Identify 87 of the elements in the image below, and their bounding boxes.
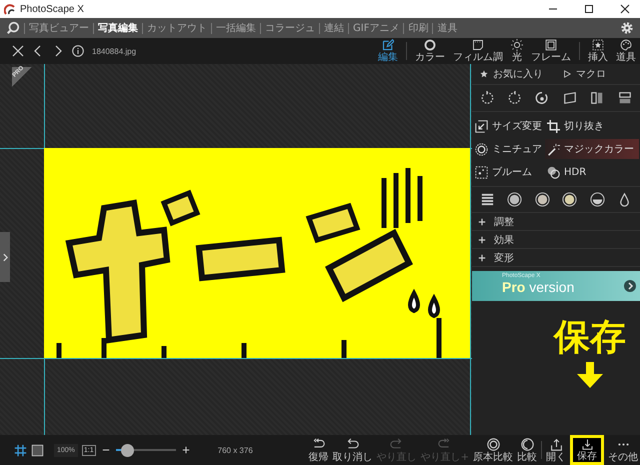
filter-preset-icon[interactable] (507, 192, 522, 207)
menu-tab[interactable]: GIFアニメ (349, 21, 404, 35)
half-circle-icon[interactable] (590, 192, 605, 207)
concentric-circle-icon (486, 438, 500, 450)
app-logo-icon (4, 3, 16, 15)
macro-tab[interactable]: マクロ (563, 67, 606, 81)
tool-tab[interactable]: 編集 (378, 39, 398, 63)
flip-horizontal-icon[interactable] (590, 91, 604, 105)
sun-icon (511, 39, 523, 51)
download-icon (580, 438, 594, 450)
flip-vertical-icon[interactable] (618, 91, 632, 105)
action-button[interactable]: 比較 (517, 436, 537, 464)
image-dimensions: 760 x 376 (218, 446, 253, 454)
tool-tab[interactable]: フィルム調 (453, 39, 503, 63)
window-title: PhotoScape X (20, 4, 84, 14)
double-redo-icon (438, 438, 452, 450)
rotate-free-icon[interactable] (535, 91, 550, 105)
plus-icon (478, 236, 486, 244)
tool-tab[interactable]: 道具 (616, 39, 636, 63)
menu-tab[interactable]: 写真編集 (94, 21, 142, 35)
tool-tab[interactable]: フレーム (531, 39, 571, 63)
sparkle-box-icon (475, 166, 488, 178)
tool-button[interactable]: ブルーム (473, 162, 545, 182)
filter-preset-icon[interactable] (562, 192, 578, 207)
overlap-circle-icon (547, 166, 560, 178)
side-panel-handle[interactable] (0, 232, 10, 282)
star-box-icon (592, 39, 604, 51)
tool-button[interactable]: マジックカラー (545, 139, 639, 159)
straighten-icon[interactable] (562, 91, 577, 105)
double-back-arrow-icon (312, 438, 326, 450)
frame-icon (545, 39, 557, 51)
crop-icon (547, 120, 560, 132)
zoom-in-icon[interactable] (182, 446, 190, 454)
action-button[interactable]: 保存 (570, 435, 604, 465)
action-button[interactable]: 開く (546, 436, 566, 464)
rotate-right-icon[interactable] (508, 91, 522, 105)
menu-tab[interactable]: 連結 (320, 21, 348, 35)
menu-tab[interactable]: カットアウト (143, 21, 211, 35)
tool-button[interactable]: ミニチュア (473, 139, 545, 159)
menu-tab[interactable]: 道具 (433, 21, 462, 35)
ring-icon (424, 39, 436, 51)
tool-button[interactable]: HDR (545, 162, 639, 182)
list-icon[interactable] (480, 192, 495, 207)
palette-icon (620, 39, 632, 51)
plus-icon (478, 218, 486, 226)
action-button[interactable]: 取り消し (332, 436, 373, 464)
action-button[interactable]: その他 (608, 436, 638, 464)
redo-icon (390, 438, 404, 450)
play-icon (563, 70, 571, 78)
file-name: 1840884.jpg (92, 46, 136, 56)
action-button[interactable]: 原本比較 (473, 436, 513, 464)
section-header[interactable]: 変形 (472, 249, 640, 267)
filter-preset-icon[interactable] (534, 192, 550, 207)
annotation-label: 保存 (554, 318, 626, 358)
tool-tab[interactable]: 挿入 (588, 39, 608, 63)
film-icon (472, 39, 484, 51)
section-header[interactable]: 調整 (472, 213, 640, 231)
settings-icon[interactable] (620, 21, 634, 35)
rotate-left-icon[interactable] (480, 91, 494, 105)
info-icon[interactable] (72, 45, 84, 57)
chevron-right-icon (2, 252, 8, 262)
menu-tab[interactable]: 一括編集 (212, 21, 260, 35)
undo-icon (346, 438, 360, 450)
menu-tab[interactable]: 写真ビュアー (25, 21, 93, 35)
tool-tab[interactable]: 光 (511, 39, 523, 63)
resize-icon (475, 120, 488, 132)
action-button[interactable]: 復帰 (308, 436, 329, 464)
maximize-icon[interactable] (584, 4, 594, 14)
tool-button[interactable]: 切り抜き (545, 116, 639, 136)
plus-icon (478, 254, 486, 262)
section-header[interactable]: 効果 (472, 231, 640, 249)
tool-button[interactable]: サイズ変更 (473, 116, 545, 136)
menu-tab[interactable]: 印刷 (404, 21, 432, 35)
grid-icon[interactable] (14, 444, 27, 456)
frame-toggle-icon[interactable] (31, 444, 44, 456)
favorites-tab[interactable]: お気に入り (480, 67, 543, 81)
upload-icon (550, 438, 562, 450)
tool-tab[interactable]: カラー (415, 39, 445, 63)
search-icon[interactable] (6, 21, 20, 35)
down-arrow-icon (575, 362, 605, 388)
magic-wand-icon (547, 142, 560, 156)
menu-tab[interactable]: コラージュ (261, 21, 319, 35)
concentric-circle-icon (475, 142, 488, 156)
arrow-circle-icon (624, 280, 636, 292)
half-circle-icon (520, 438, 534, 450)
star-icon (480, 70, 488, 78)
close-icon[interactable] (620, 4, 630, 14)
